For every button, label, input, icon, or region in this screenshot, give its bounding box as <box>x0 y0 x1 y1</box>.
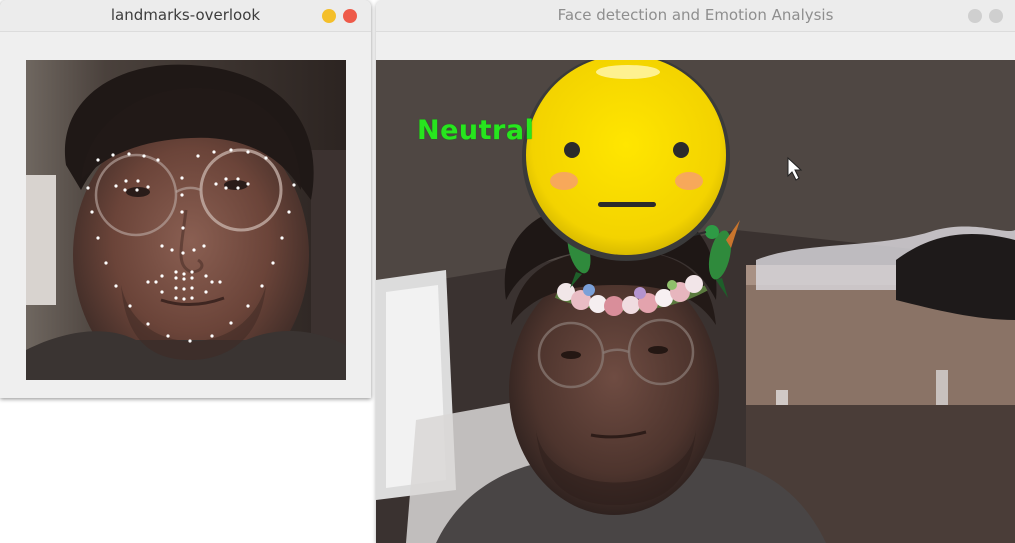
landmark-point <box>236 177 240 181</box>
landmark-point <box>190 270 194 274</box>
close-icon[interactable] <box>989 9 1003 23</box>
landmark-point <box>246 150 250 154</box>
landmark-point <box>287 210 291 214</box>
landmark-point <box>204 290 208 294</box>
landmark-point <box>174 296 178 300</box>
neutral-face-emoji <box>522 60 730 261</box>
landmark-point <box>190 276 194 280</box>
landmark-point <box>170 248 174 252</box>
landmark-point <box>135 188 139 192</box>
minimize-icon[interactable] <box>322 9 336 23</box>
landmark-point <box>146 185 150 189</box>
landmark-point <box>202 244 206 248</box>
face-window-titlebar[interactable]: Face detection and Emotion Analysis <box>376 0 1015 32</box>
landmark-point <box>292 183 296 187</box>
landmark-point <box>123 188 127 192</box>
landmark-point <box>142 154 146 158</box>
landmark-point <box>210 334 214 338</box>
landmark-point <box>180 193 184 197</box>
landmark-point <box>136 179 140 183</box>
landmark-point <box>111 153 115 157</box>
landmark-point <box>271 261 275 265</box>
landmark-point <box>214 182 218 186</box>
landmark-point <box>160 274 164 278</box>
landmark-point <box>182 277 186 281</box>
landmark-point <box>154 280 158 284</box>
landmark-point <box>224 186 228 190</box>
landmark-point <box>260 284 264 288</box>
landmark-point <box>160 290 164 294</box>
landmark-point <box>190 296 194 300</box>
landmark-point <box>114 284 118 288</box>
landmarks-window-title: landmarks-overlook <box>110 6 261 24</box>
landmark-point <box>188 339 192 343</box>
landmark-point <box>90 210 94 214</box>
landmark-point <box>264 156 268 160</box>
landmark-point <box>181 251 185 255</box>
landmarks-window-titlebar[interactable]: landmarks-overlook <box>0 0 371 32</box>
landmark-point <box>127 152 131 156</box>
landmark-point <box>246 304 250 308</box>
landmark-point <box>180 210 184 214</box>
landmarks-face-photo <box>26 60 346 380</box>
landmark-point <box>192 248 196 252</box>
landmark-point <box>86 186 90 190</box>
landmark-point <box>229 321 233 325</box>
landmark-point <box>229 148 233 152</box>
landmark-point <box>210 280 214 284</box>
landmark-point <box>128 304 132 308</box>
landmark-point <box>146 322 150 326</box>
landmark-point <box>174 286 178 290</box>
emotion-label: Neutral <box>417 115 535 146</box>
landmark-point <box>156 158 160 162</box>
landmark-point <box>114 184 118 188</box>
landmark-point <box>96 236 100 240</box>
landmark-point <box>224 177 228 181</box>
landmark-point <box>236 186 240 190</box>
landmark-point <box>160 244 164 248</box>
landmark-point <box>196 154 200 158</box>
landmark-point <box>204 274 208 278</box>
landmark-point <box>174 270 178 274</box>
face-window-title: Face detection and Emotion Analysis <box>557 6 834 24</box>
landmark-point <box>174 276 178 280</box>
landmark-point <box>280 236 284 240</box>
landmark-point <box>104 261 108 265</box>
minimize-icon[interactable] <box>968 9 982 23</box>
landmark-point <box>182 272 186 276</box>
landmarks-face-image <box>26 60 346 380</box>
face-detection-window: Face detection and Emotion Analysis Neut… <box>376 0 1015 543</box>
landmark-point <box>181 226 185 230</box>
landmark-point <box>180 176 184 180</box>
landmark-point <box>190 286 194 290</box>
landmark-point <box>212 150 216 154</box>
landmark-point <box>146 280 150 284</box>
landmark-point <box>182 287 186 291</box>
close-icon[interactable] <box>343 9 357 23</box>
landmark-point <box>166 334 170 338</box>
landmark-point <box>218 280 222 284</box>
camera-feed: Neutral <box>376 60 1015 543</box>
landmarks-overlook-window: landmarks-overlook <box>0 0 371 398</box>
landmark-point <box>96 158 100 162</box>
landmark-point <box>246 182 250 186</box>
landmark-point <box>182 297 186 301</box>
landmark-point <box>124 179 128 183</box>
